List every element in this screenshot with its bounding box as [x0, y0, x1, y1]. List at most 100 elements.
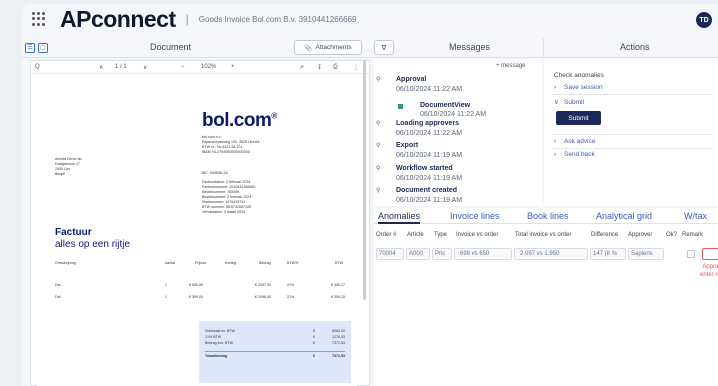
- tab-anomalies[interactable]: Anomalies: [378, 211, 421, 224]
- more-icon[interactable]: ⋮: [353, 64, 359, 71]
- message-item[interactable]: ⚲ Document created 06/10/2024 11:19 AM: [374, 187, 534, 207]
- message-title: Workflow started: [396, 165, 453, 172]
- document-icon: [398, 104, 403, 109]
- col-order[interactable]: Order #: [376, 232, 396, 238]
- line-qty: 1: [165, 295, 167, 299]
- fit-icon[interactable]: ↗: [299, 64, 304, 71]
- col-remark[interactable]: Remark: [682, 232, 703, 238]
- tab-wtax[interactable]: W/tax: [684, 211, 707, 221]
- app-grid-icon[interactable]: [32, 12, 46, 26]
- message-sub-date: 06/10/2024 11:22 AM: [420, 111, 487, 118]
- total-cur: €: [313, 335, 315, 339]
- col-approver[interactable]: Approver: [628, 232, 652, 238]
- message-title: Document created: [396, 187, 458, 194]
- col-difference[interactable]: Difference: [591, 232, 618, 238]
- message-item[interactable]: ⚲ Approval 06/10/2024 11:22 AM DocumentV…: [374, 76, 534, 118]
- anomalies-grid: Anomalies Invoice lines Book lines Analy…: [374, 208, 718, 386]
- message-date: 06/10/2024 11:19 AM: [396, 175, 463, 182]
- invoice-meta: BIC: INGBNL2A Factuurdatum: 2 februari 2…: [202, 171, 255, 215]
- ask-advice-label: Ask advice: [564, 138, 596, 145]
- divider: [552, 148, 712, 149]
- send-back-label: Send back: [564, 151, 595, 158]
- brand-name: bol.com: [202, 110, 272, 131]
- col-header: Prijs/st: [195, 261, 206, 265]
- page-down-icon[interactable]: ∨: [143, 64, 147, 71]
- zoom-out-icon[interactable]: −: [181, 64, 185, 70]
- col-article[interactable]: Article: [407, 232, 424, 238]
- filter-button[interactable]: ∇: [374, 40, 394, 55]
- cell-approver: Sapiens: [631, 251, 653, 257]
- download-icon[interactable]: ↧: [317, 64, 322, 71]
- col-header: Aantal: [165, 261, 176, 265]
- bolcom-logo: bol.com®: [202, 110, 277, 132]
- line-desc: Del...: [55, 295, 64, 299]
- col-header: Omschrijving: [55, 261, 76, 265]
- col-total-invoice-vs-order[interactable]: Total invoice vs order: [515, 232, 571, 238]
- line-amount: € 2098,00: [255, 295, 271, 299]
- zoom-level[interactable]: 102%: [201, 64, 216, 70]
- message-date: 06/10/2024 11:22 AM: [396, 86, 463, 93]
- submit-toggle[interactable]: ∨ Submit: [554, 98, 584, 106]
- col-type[interactable]: Type: [434, 232, 447, 238]
- zoom-in-icon[interactable]: +: [231, 64, 235, 70]
- total-cur: €: [313, 329, 315, 333]
- total-value: 7372,53: [332, 341, 345, 345]
- line-qty: 1: [165, 283, 167, 287]
- document-scrollbar[interactable]: [363, 60, 366, 300]
- actions-header: Actions: [620, 42, 650, 52]
- tab-analytical-grid[interactable]: Analytical grid: [596, 211, 652, 221]
- send-back-link[interactable]: › Send back: [554, 151, 595, 158]
- new-message-button[interactable]: + message: [496, 63, 526, 69]
- pin-icon: ⚲: [376, 166, 381, 172]
- cell-invoice-vs-order: 699 vs 650: [460, 251, 490, 257]
- divider: [552, 134, 712, 135]
- ask-advice-link[interactable]: › Ask advice: [554, 138, 595, 145]
- total-label: Bedrag incl. BTW: [205, 341, 233, 345]
- message-item[interactable]: ⚲ Workflow started 06/10/2024 11:19 AM: [374, 165, 534, 185]
- save-session-label: Save session: [564, 84, 603, 91]
- total-value: 6065,00: [332, 329, 345, 333]
- search-icon[interactable]: Q: [35, 64, 40, 70]
- actions-title: Check anomalies: [554, 72, 604, 79]
- save-session-link[interactable]: › Save session: [554, 84, 603, 91]
- invoice-subheading: alles op een rijtje: [55, 239, 131, 250]
- col-invoice-vs-order[interactable]: Invoice vs order: [456, 232, 498, 238]
- page-up-icon[interactable]: ∧: [99, 64, 103, 71]
- layout-toggle-icon[interactable]: ☰: [25, 42, 35, 53]
- totals-lines: Subtotaal ex. BTW €6065,00 21% BTW €1276,5…: [205, 329, 345, 361]
- col-ok[interactable]: Ok?: [666, 232, 677, 238]
- tab-invoice-lines[interactable]: Invoice lines: [450, 211, 500, 221]
- message-date: 06/10/2024 11:19 AM: [396, 197, 463, 204]
- chevron-right-icon: ›: [554, 84, 557, 91]
- tab-book-lines[interactable]: Book lines: [527, 211, 569, 221]
- chevron-down-icon: ∨: [554, 99, 559, 106]
- line-vat: € 309,15: [331, 295, 345, 299]
- print-icon[interactable]: ⎙: [333, 64, 338, 71]
- remark-input[interactable]: [702, 248, 718, 260]
- message-item[interactable]: ⚲ Export 06/10/2024 11:19 AM: [374, 142, 534, 162]
- line-vat-pct: 21%: [287, 283, 295, 287]
- document-view-icon[interactable]: ▢: [38, 42, 48, 53]
- user-avatar[interactable]: TD: [696, 12, 712, 28]
- submit-toggle-label: Submit: [564, 99, 585, 106]
- submit-button[interactable]: Submit: [556, 111, 601, 125]
- message-item[interactable]: ⚲ Loading approvers 06/10/2024 11:22 AM: [374, 120, 534, 140]
- attachments-button[interactable]: 📎 Attachments: [294, 40, 362, 55]
- message-title: Export: [396, 142, 419, 149]
- pin-icon: ⚲: [376, 143, 381, 149]
- pin-icon: ⚲: [376, 188, 381, 194]
- col-header: Bedrag: [259, 261, 271, 265]
- attachments-label: Attachments: [315, 44, 352, 51]
- title-separator: |: [185, 12, 189, 26]
- ok-checkbox[interactable]: [687, 250, 695, 258]
- line-price: € 399,00: [189, 295, 203, 299]
- grand-total-cur: €: [313, 354, 315, 358]
- grand-total-label: Totaalbedrag: [205, 354, 228, 358]
- line-vat: € 340,17: [331, 283, 345, 287]
- line-vat-pct: 21%: [287, 295, 295, 299]
- top-bar: APconnect | Goods Invoice Bol.com B.v. 3…: [22, 4, 718, 34]
- recipient-line: België: [55, 172, 65, 176]
- pin-icon: ⚲: [376, 77, 381, 83]
- message-title: Approval: [396, 76, 427, 83]
- total-label: Subtotaal ex. BTW: [205, 329, 235, 333]
